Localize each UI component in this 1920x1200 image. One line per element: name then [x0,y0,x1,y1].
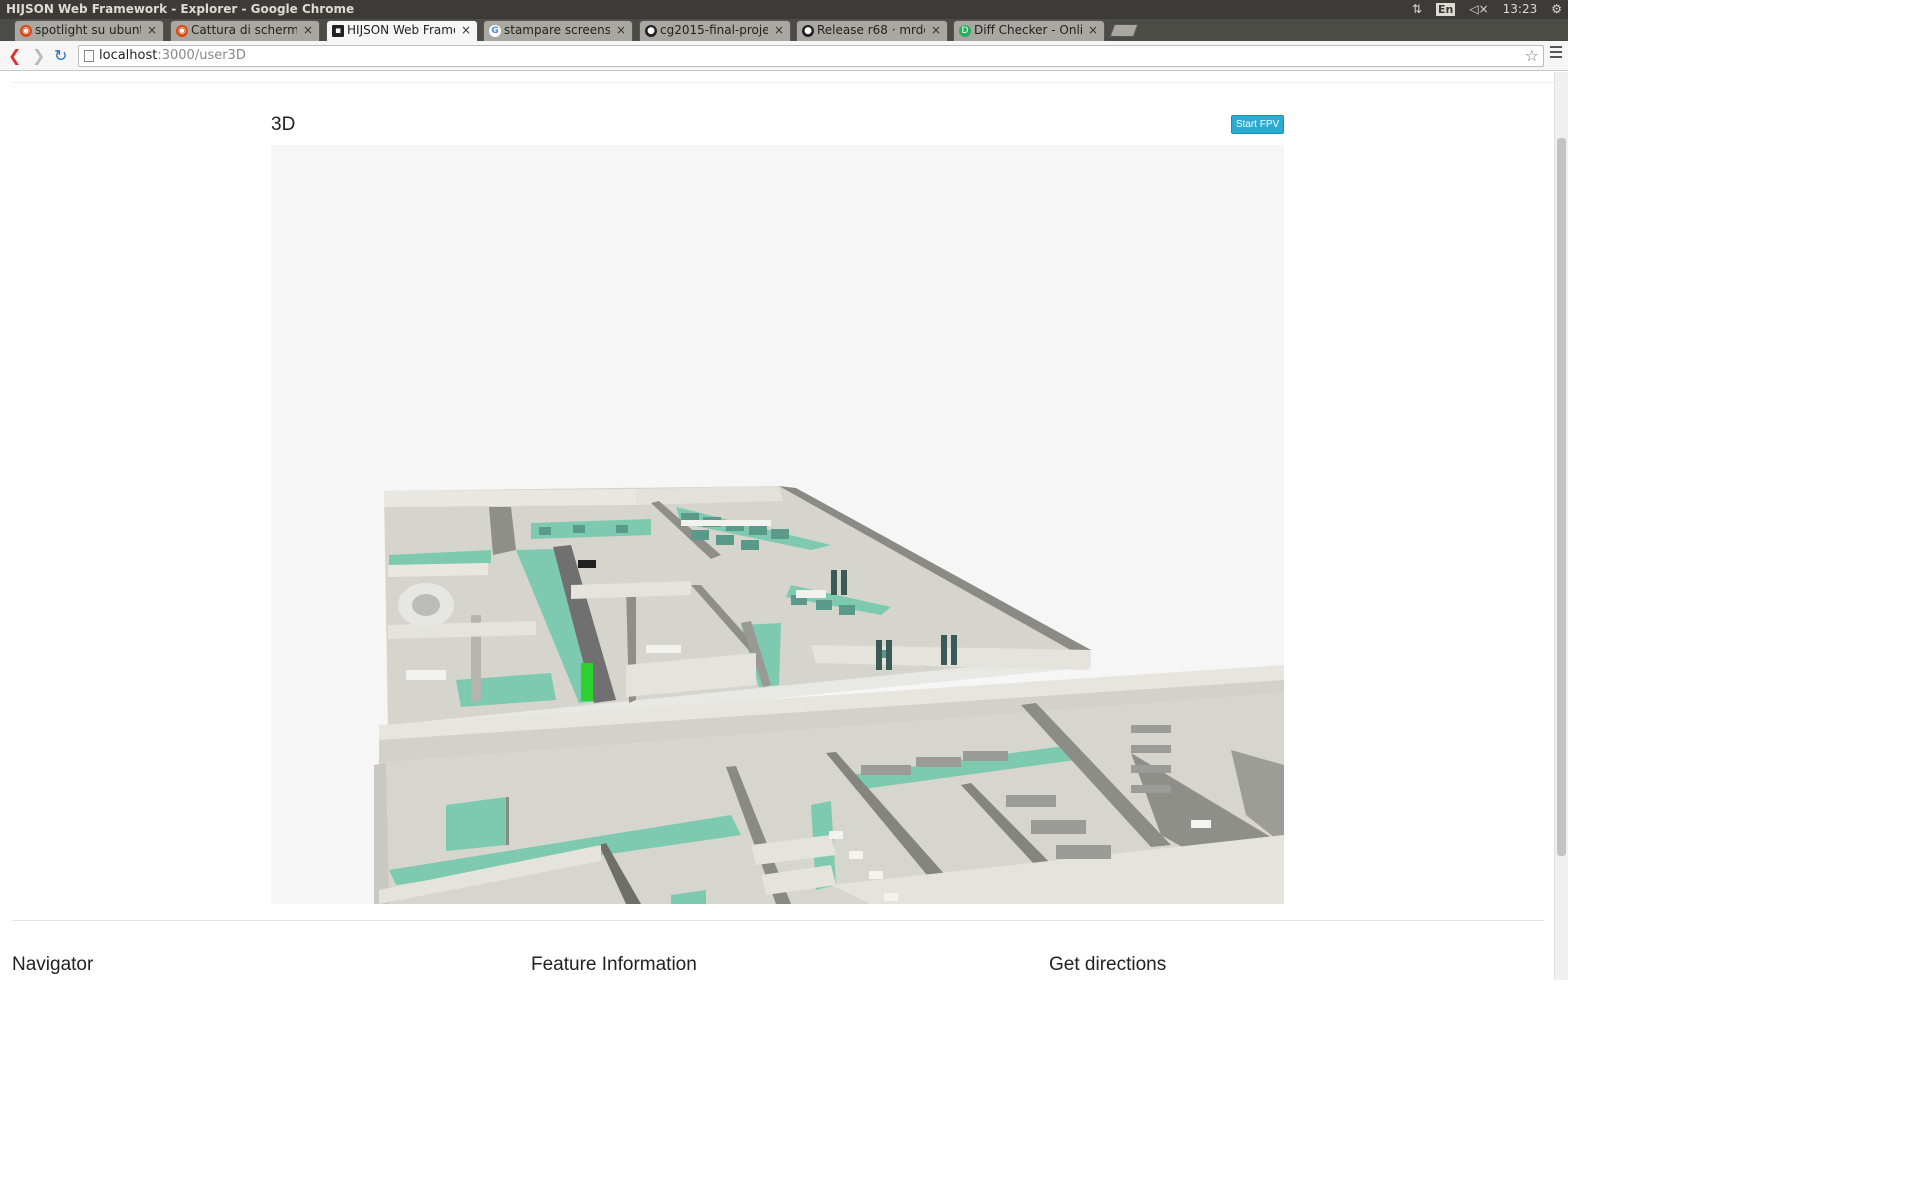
divider [12,82,1556,83]
vertical-scrollbar[interactable] [1554,72,1568,980]
tab-cattura[interactable]: ◉ Cattura di schermata × [170,20,320,41]
github-icon: ● [802,25,814,37]
browser-toolbar: ❮ ❯ ↻ localhost:3000/user3D ☆ [0,41,1568,71]
diffchecker-icon: D [959,25,971,37]
tab-close-icon[interactable]: × [461,23,471,37]
keyboard-layout-indicator[interactable]: En [1435,2,1456,16]
tab-diffchecker[interactable]: D Diff Checker - Online × [953,20,1105,41]
volume-muted-icon[interactable]: ◁× [1469,2,1488,16]
network-icon[interactable]: ⇅ [1412,2,1422,16]
tab-label: Cattura di schermata [191,23,297,37]
start-fpv-button[interactable]: Start FPV [1231,115,1284,134]
tab-label: HIJSON Web Framework [347,23,455,37]
back-arrow-icon[interactable]: ❮ [8,46,21,65]
scrollbar-thumb[interactable] [1557,138,1566,856]
url-host: localhost [99,48,158,63]
navigator-heading: Navigator [12,954,94,975]
reload-icon[interactable]: ↻ [54,46,67,65]
os-top-panel: HIJSON Web Framework - Explorer - Google… [0,0,1568,19]
clock[interactable]: 13:23 [1503,2,1538,16]
ubuntu-icon: ◉ [176,25,188,37]
tab-close-icon[interactable]: × [931,23,941,37]
tab-label: spotlight su ubuntu [35,23,141,37]
window-title: HIJSON Web Framework - Explorer - Google… [6,2,355,16]
feature-information-heading: Feature Information [531,954,697,975]
settings-gear-icon[interactable]: ⚙ [1551,2,1562,16]
tab-close-icon[interactable]: × [303,23,313,37]
floorplan-3d-render [374,486,1284,904]
3d-viewer-canvas[interactable] [271,145,1284,904]
tab-spotlight[interactable]: ◉ spotlight su ubuntu × [14,20,164,41]
page-viewport: 3D Start FPV Navigator Feature Informati… [0,72,1568,980]
terminal-icon: ▪ [332,25,344,37]
tab-label: Release r68 · mrdoob [817,23,925,37]
ubuntu-icon: ◉ [20,25,32,37]
tab-strip: ◉ spotlight su ubuntu × ◉ Cattura di sch… [0,19,1568,41]
tab-hijson[interactable]: ▪ HIJSON Web Framework × [326,20,478,41]
get-directions-heading: Get directions [1049,954,1167,975]
tab-github-project[interactable]: ● cg2015-final-project × [639,20,791,41]
tab-close-icon[interactable]: × [774,23,784,37]
github-icon: ● [645,25,657,37]
google-icon: G [489,25,501,37]
system-tray: ⇅ En ◁× 13:23 ⚙ [1412,2,1562,16]
tab-google-search[interactable]: G stampare screenshot × [483,20,633,41]
tab-label: stampare screenshot [504,23,610,37]
tab-close-icon[interactable]: × [616,23,626,37]
new-tab-button[interactable] [1109,24,1139,37]
page-icon [84,50,94,62]
url-path: :3000/user3D [157,48,246,63]
chrome-menu-icon[interactable] [1550,46,1562,58]
bookmark-star-icon[interactable]: ☆ [1525,46,1539,65]
tab-close-icon[interactable]: × [147,23,157,37]
tab-label: Diff Checker - Online [974,23,1082,37]
forward-arrow-icon[interactable]: ❯ [32,46,45,65]
address-bar[interactable]: localhost:3000/user3D ☆ [78,45,1544,67]
tab-close-icon[interactable]: × [1088,23,1098,37]
tab-label: cg2015-final-project [660,23,768,37]
page-title: 3D [271,114,296,135]
divider [12,920,1544,921]
tab-github-release[interactable]: ● Release r68 · mrdoob × [796,20,948,41]
